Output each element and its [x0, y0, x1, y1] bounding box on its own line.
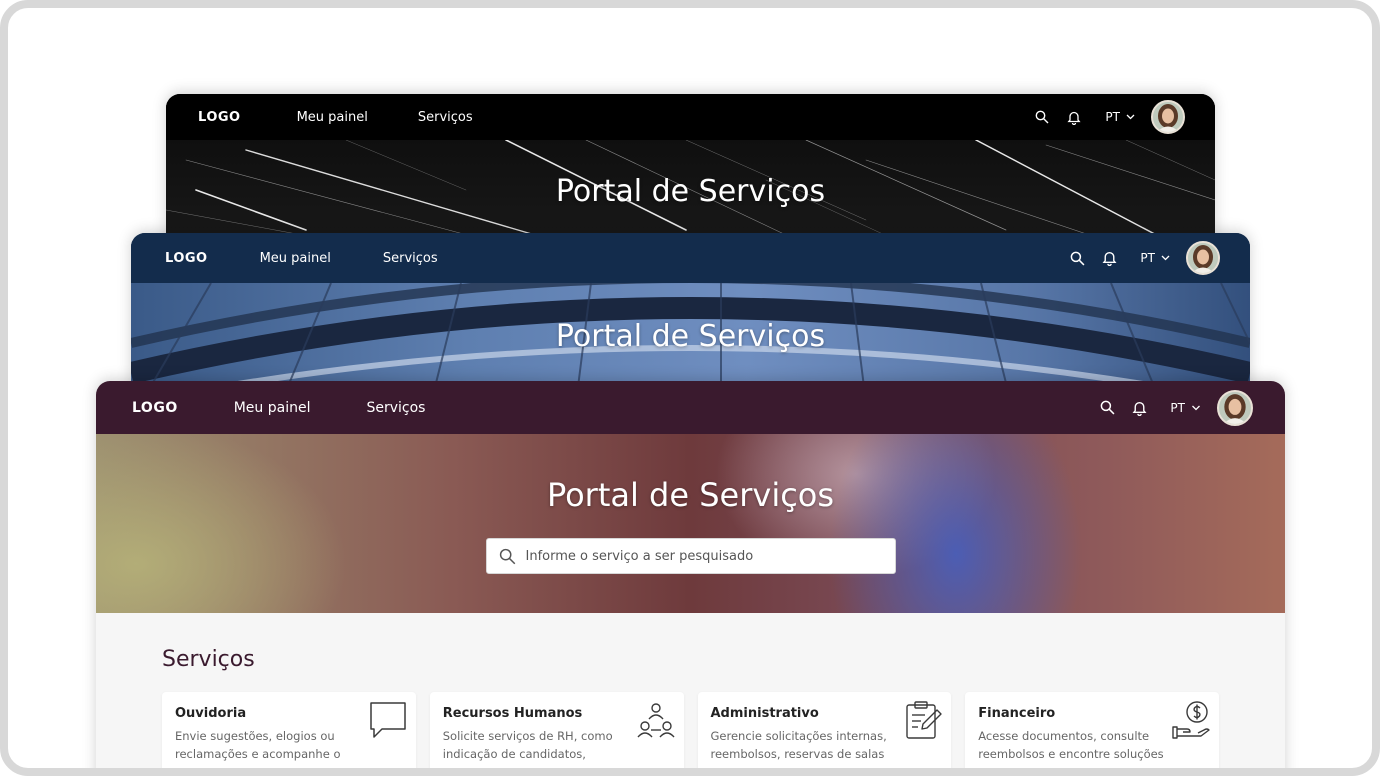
- nav-link-servicos[interactable]: Serviços: [383, 251, 438, 266]
- top-nav: LOGO Meu painel Serviços PT: [131, 233, 1250, 283]
- logo[interactable]: LOGO: [132, 400, 178, 416]
- search-input[interactable]: [523, 547, 883, 565]
- card-description: Envie sugestões, elogios ou reclamações …: [175, 729, 341, 761]
- chevron-down-icon: [1192, 405, 1200, 410]
- service-card-financeiro[interactable]: Financeiro Acesse documentos, consulte r…: [965, 692, 1219, 768]
- card-description: Gerencie solicitações internas, reembols…: [710, 729, 887, 761]
- chat-bubble-icon: [368, 700, 408, 744]
- language-selector[interactable]: PT: [1105, 110, 1135, 124]
- card-description: Acesse documentos, consulte reembolsos e…: [978, 729, 1164, 761]
- card-description: Solicite serviços de RH, como indicação …: [442, 729, 613, 761]
- language-selector[interactable]: PT: [1170, 401, 1201, 415]
- search-icon[interactable]: [1031, 106, 1053, 128]
- search-icon[interactable]: [1096, 397, 1118, 419]
- chevron-down-icon: [1161, 255, 1170, 261]
- device-frame: LOGO Meu painel Serviços PT Portal de Se…: [0, 0, 1380, 776]
- services-section: Serviços Ouvidoria Envie sugestões, elog…: [96, 613, 1285, 768]
- section-title: Serviços: [162, 647, 255, 672]
- language-label: PT: [1105, 110, 1120, 124]
- nav-actions: PT: [1066, 241, 1220, 275]
- hero-title: Portal de Serviços: [555, 319, 826, 354]
- nav-link-servicos[interactable]: Serviços: [418, 110, 473, 125]
- people-network-icon: [636, 700, 676, 744]
- bell-icon[interactable]: [1063, 106, 1085, 128]
- service-cards: Ouvidoria Envie sugestões, elogios ou re…: [162, 692, 1219, 768]
- bell-icon[interactable]: [1098, 247, 1120, 269]
- nav-link-meu-painel[interactable]: Meu painel: [297, 110, 368, 125]
- nav-actions: PT: [1031, 100, 1185, 134]
- language-selector[interactable]: PT: [1140, 251, 1170, 265]
- theme-preview-black: LOGO Meu painel Serviços PT Portal de Se…: [166, 94, 1215, 254]
- money-hand-icon: [1171, 700, 1211, 744]
- avatar[interactable]: [1186, 241, 1220, 275]
- theme-preview-plum: LOGO Meu painel Serviços PT Portal de Se…: [96, 381, 1285, 768]
- theme-preview-navy: LOGO Meu painel Serviços PT Portal de Se…: [131, 233, 1250, 403]
- nav-link-servicos[interactable]: Serviços: [366, 400, 425, 416]
- hero-banner: Portal de Serviços: [96, 434, 1285, 613]
- service-search-box[interactable]: [485, 538, 896, 574]
- top-nav: LOGO Meu painel Serviços PT: [166, 94, 1215, 140]
- avatar[interactable]: [1151, 100, 1185, 134]
- hero-title: Portal de Serviços: [546, 476, 835, 514]
- search-icon: [499, 548, 515, 564]
- language-label: PT: [1140, 251, 1155, 265]
- top-nav: LOGO Meu painel Serviços PT: [96, 381, 1285, 434]
- logo[interactable]: LOGO: [198, 110, 241, 125]
- nav-actions: PT: [1096, 389, 1253, 426]
- language-label: PT: [1170, 400, 1185, 415]
- hero-title: Portal de Serviços: [555, 174, 826, 209]
- service-card-recursos-humanos[interactable]: Recursos Humanos Solicite serviços de RH…: [429, 692, 684, 768]
- nav-link-meu-painel[interactable]: Meu painel: [260, 251, 331, 266]
- logo[interactable]: LOGO: [165, 251, 208, 266]
- service-card-administrativo[interactable]: Administrativo Gerencie solicitações int…: [697, 692, 952, 768]
- avatar[interactable]: [1217, 389, 1253, 426]
- service-card-ouvidoria[interactable]: Ouvidoria Envie sugestões, elogios ou re…: [162, 692, 416, 768]
- clipboard-edit-icon: [903, 700, 943, 744]
- search-icon[interactable]: [1066, 247, 1088, 269]
- chevron-down-icon: [1126, 114, 1135, 120]
- bell-icon[interactable]: [1128, 397, 1150, 419]
- nav-link-meu-painel[interactable]: Meu painel: [234, 400, 311, 416]
